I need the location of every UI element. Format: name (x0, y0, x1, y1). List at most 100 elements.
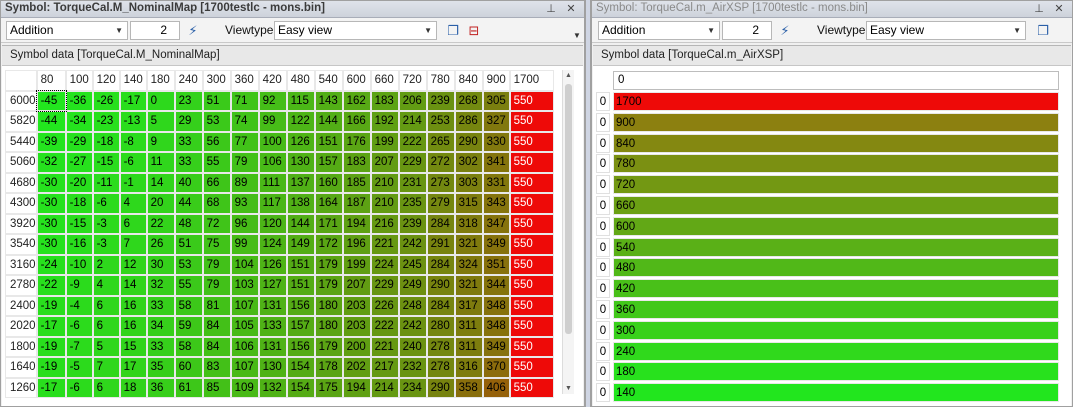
map-cell[interactable]: 221 (370, 336, 399, 357)
map-cell[interactable]: 550 (509, 316, 554, 337)
map-cell[interactable]: 324 (454, 254, 483, 275)
map-cell[interactable]: 347 (482, 213, 510, 234)
axis-cell[interactable]: 900 (613, 112, 1059, 132)
map-cell[interactable]: 44 (174, 193, 203, 214)
map-cell[interactable]: 234 (398, 377, 427, 398)
axis-header-field[interactable]: 0 (613, 71, 1059, 90)
map-cell[interactable]: 348 (482, 316, 510, 337)
map-cell[interactable]: 122 (286, 111, 315, 132)
scroll-thumb[interactable] (565, 84, 572, 334)
map-cell[interactable]: 58 (174, 336, 203, 357)
map-cell[interactable]: 103 (230, 275, 259, 296)
map-cell[interactable]: 17 (119, 357, 147, 378)
pin-icon[interactable]: ⊥ (1032, 2, 1046, 16)
map-cell[interactable]: -30 (36, 172, 66, 193)
map-cell[interactable]: 151 (286, 254, 315, 275)
map-cell[interactable]: 61 (174, 377, 203, 398)
map-cell[interactable]: 75 (202, 234, 231, 255)
map-cell[interactable]: 406 (482, 377, 510, 398)
map-cell[interactable]: 99 (230, 234, 259, 255)
map-cell[interactable]: 66 (202, 172, 231, 193)
map-cell[interactable]: 5 (92, 336, 120, 357)
map-cell[interactable]: 104 (230, 254, 259, 275)
map-cell[interactable]: 206 (398, 90, 427, 111)
map-cell[interactable]: 79 (202, 275, 231, 296)
scroll-up-icon[interactable]: ▲ (565, 72, 572, 79)
map-cell[interactable]: -15 (92, 152, 120, 173)
map-cell[interactable]: -45 (35, 89, 67, 112)
map-cell[interactable]: 160 (314, 172, 343, 193)
map-cell[interactable]: -26 (92, 90, 120, 111)
map-cell[interactable]: 278 (426, 357, 455, 378)
map-cell[interactable]: 239 (426, 90, 455, 111)
map-cell[interactable]: 156 (286, 336, 315, 357)
map-cell[interactable]: 194 (342, 213, 371, 234)
map-cell[interactable]: 6 (119, 213, 147, 234)
map-cell[interactable]: 51 (202, 90, 231, 111)
map-cell[interactable]: 224 (370, 254, 399, 275)
map-cell[interactable]: 100 (258, 131, 287, 152)
map-cell[interactable]: 130 (286, 152, 315, 173)
map-cell[interactable]: 327 (482, 111, 510, 132)
map-cell[interactable]: 6 (92, 295, 120, 316)
axis-cell[interactable]: 540 (613, 237, 1059, 257)
map-cell[interactable]: -29 (65, 131, 93, 152)
map-cell[interactable]: -5 (65, 357, 93, 378)
map-cell[interactable]: 60 (174, 357, 203, 378)
map-cell[interactable]: 229 (398, 152, 427, 173)
map-cell[interactable]: -23 (92, 111, 120, 132)
map-cell[interactable]: 550 (509, 193, 554, 214)
map-cell[interactable]: 316 (454, 357, 483, 378)
apply-wand-icon[interactable]: ⚡ (183, 21, 203, 40)
map-cell[interactable]: 232 (398, 357, 427, 378)
map-cell[interactable]: 157 (314, 152, 343, 173)
map-cell[interactable]: 48 (174, 213, 203, 234)
map-cell[interactable]: 229 (370, 275, 399, 296)
map-cell[interactable]: 242 (398, 234, 427, 255)
map-cell[interactable]: 214 (370, 377, 399, 398)
export-icon[interactable]: ⊟ (464, 21, 484, 40)
map-cell[interactable]: 149 (286, 234, 315, 255)
axis-cell[interactable]: 840 (613, 133, 1059, 153)
map-cell[interactable]: 29 (174, 111, 203, 132)
map-cell[interactable]: 99 (258, 111, 287, 132)
map-cell[interactable]: 279 (426, 193, 455, 214)
map-cell[interactable]: 175 (314, 377, 343, 398)
map-cell[interactable]: 127 (258, 275, 287, 296)
map-cell[interactable]: 35 (146, 357, 175, 378)
map-cell[interactable]: 6 (92, 377, 120, 398)
map-cell[interactable]: 115 (286, 90, 315, 111)
map-cell[interactable]: 199 (342, 254, 371, 275)
map-cell[interactable]: -24 (36, 254, 66, 275)
map-cell[interactable]: -44 (36, 111, 66, 132)
map-cell[interactable]: -39 (36, 131, 66, 152)
map-cell[interactable]: -36 (65, 90, 93, 111)
map-cell[interactable]: 284 (426, 254, 455, 275)
map-cell[interactable]: 311 (454, 316, 483, 337)
map-cell[interactable]: 550 (509, 111, 554, 132)
map-cell[interactable]: 132 (258, 377, 287, 398)
map-cell[interactable]: 183 (370, 90, 399, 111)
map-cell[interactable]: 72 (202, 213, 231, 234)
map-cell[interactable]: -6 (92, 193, 120, 214)
map-cell[interactable]: 6 (92, 316, 120, 337)
map-cell[interactable]: -20 (65, 172, 93, 193)
window-icon[interactable]: ❐ (443, 21, 463, 40)
map-cell[interactable]: 117 (258, 193, 287, 214)
map-cell[interactable]: 107 (230, 295, 259, 316)
map-cell[interactable]: 144 (286, 213, 315, 234)
map-cell[interactable]: 216 (370, 213, 399, 234)
map-cell[interactable]: -6 (119, 152, 147, 173)
map-cell[interactable]: 9 (146, 131, 175, 152)
map-cell[interactable]: 176 (342, 131, 371, 152)
map-cell[interactable]: -3 (92, 234, 120, 255)
map-cell[interactable]: 89 (230, 172, 259, 193)
map-cell[interactable]: 33 (146, 295, 175, 316)
map-cell[interactable]: -4 (65, 295, 93, 316)
map-cell[interactable]: 133 (258, 316, 287, 337)
map-cell[interactable]: 14 (119, 275, 147, 296)
map-cell[interactable]: 162 (342, 90, 371, 111)
map-cell[interactable]: -16 (65, 234, 93, 255)
map-cell[interactable]: 96 (230, 213, 259, 234)
map-cell[interactable]: 68 (202, 193, 231, 214)
